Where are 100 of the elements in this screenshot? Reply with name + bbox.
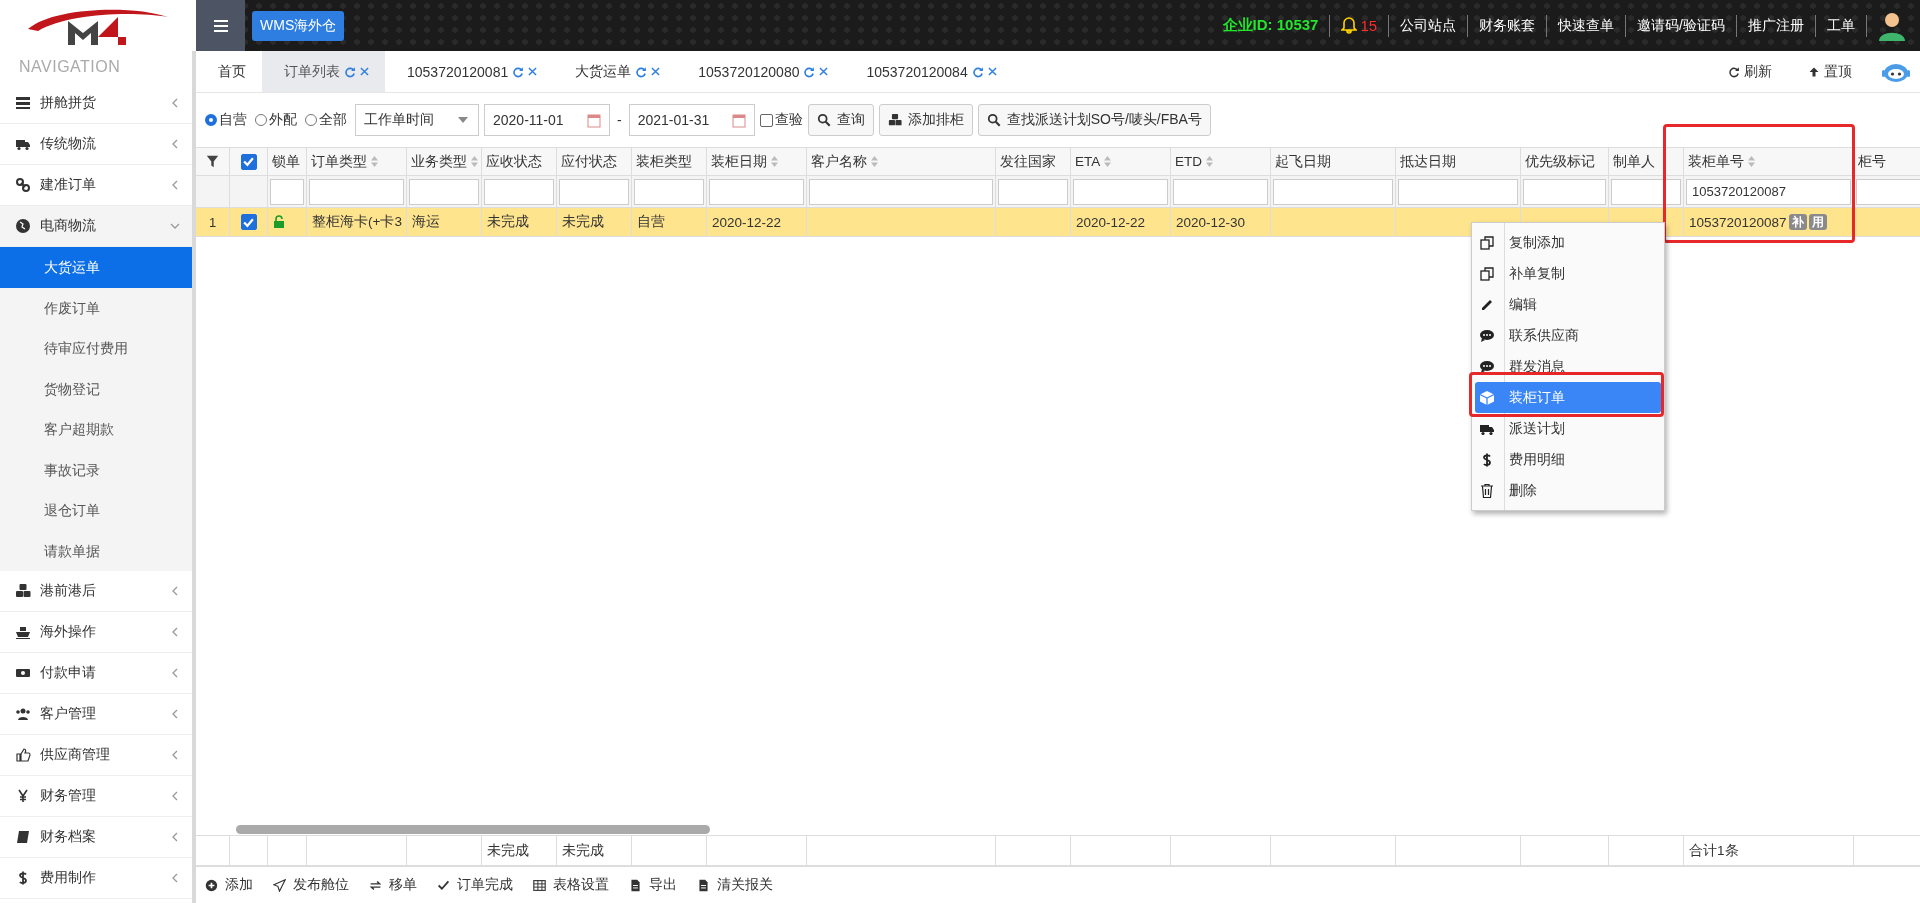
app-button[interactable]: WMS海外仓 bbox=[252, 10, 345, 41]
close-icon[interactable] bbox=[528, 67, 538, 76]
filter-field[interactable] bbox=[809, 178, 993, 205]
column-header[interactable]: 抵达日期 bbox=[1396, 148, 1521, 176]
row-checkbox[interactable] bbox=[240, 214, 257, 230]
menu-item[interactable]: 删除 bbox=[1475, 475, 1661, 506]
scrollbar-thumb[interactable] bbox=[236, 824, 710, 834]
refresh-icon[interactable] bbox=[512, 65, 525, 78]
tab[interactable]: 订单列表 bbox=[262, 51, 385, 92]
inspection-checkbox[interactable]: 查验 bbox=[759, 111, 803, 129]
filter-field[interactable] bbox=[270, 178, 304, 205]
filter-field[interactable] bbox=[309, 178, 404, 205]
sidebar-item[interactable]: 财务档案 bbox=[0, 817, 192, 858]
radio-option[interactable]: 全部 bbox=[305, 111, 347, 129]
close-icon[interactable] bbox=[360, 67, 369, 76]
bottom-toolbar-button[interactable]: 清关报关 bbox=[697, 876, 773, 894]
column-header[interactable]: 优先级标记 bbox=[1521, 148, 1609, 176]
sidebar-subitem[interactable]: 大货运单 bbox=[0, 247, 192, 288]
date-field[interactable]: 2021-01-31 bbox=[628, 104, 755, 136]
close-icon[interactable] bbox=[987, 67, 997, 76]
filter-field[interactable] bbox=[634, 178, 704, 205]
avatar-icon[interactable] bbox=[1878, 10, 1906, 41]
filter-field[interactable] bbox=[1073, 178, 1168, 205]
bell-icon[interactable] bbox=[1341, 17, 1358, 34]
sidebar-subitem[interactable]: 退仓订单 bbox=[0, 490, 192, 531]
toolbar-button[interactable]: 添加排柜 bbox=[878, 104, 973, 136]
column-header[interactable]: 制单人 bbox=[1609, 148, 1684, 176]
tab[interactable]: 大货运单 bbox=[553, 51, 677, 92]
sidebar-item[interactable]: 电商物流 bbox=[0, 206, 192, 247]
filter-field[interactable] bbox=[709, 178, 804, 205]
sidebar-subitem[interactable]: 请款单据 bbox=[0, 530, 192, 571]
tab-action-button[interactable]: 刷新 bbox=[1722, 61, 1778, 82]
sidebar-item[interactable]: 付款申请 bbox=[0, 653, 192, 694]
filter-field[interactable] bbox=[998, 178, 1068, 205]
column-header[interactable]: 装柜类型 bbox=[632, 148, 707, 176]
filter-field[interactable] bbox=[1523, 178, 1606, 205]
column-header[interactable]: 订单类型 bbox=[307, 148, 407, 176]
tab[interactable]: 1053720120081 bbox=[385, 51, 554, 92]
bottom-toolbar-button[interactable]: 移单 bbox=[369, 876, 417, 894]
refresh-icon[interactable] bbox=[971, 65, 984, 78]
toolbar-button[interactable]: 查找派送计划SO号/唛头/FBA号 bbox=[977, 104, 1211, 136]
column-header[interactable]: 柜号 bbox=[1854, 148, 1920, 176]
filter-field[interactable] bbox=[484, 178, 554, 205]
column-header[interactable]: 装柜日期 bbox=[707, 148, 807, 176]
sidebar-item[interactable]: 供应商管理 bbox=[0, 735, 192, 776]
radio-option[interactable]: 自营 bbox=[205, 111, 247, 129]
sidebar-subitem[interactable]: 客户超期款 bbox=[0, 409, 192, 450]
top-link[interactable]: 公司站点 bbox=[1400, 16, 1457, 35]
sidebar-subitem[interactable]: 事故记录 bbox=[0, 449, 192, 490]
top-link[interactable]: 推广注册 bbox=[1748, 16, 1804, 35]
refresh-icon[interactable] bbox=[344, 65, 356, 78]
filter-field[interactable] bbox=[1398, 178, 1518, 205]
tab[interactable]: 1053720120080 bbox=[676, 51, 845, 92]
filter-field[interactable] bbox=[409, 178, 479, 205]
column-header[interactable]: 发往国家 bbox=[996, 148, 1071, 176]
filter-icon[interactable] bbox=[206, 155, 219, 168]
column-header[interactable]: 应付状态 bbox=[557, 148, 632, 176]
tab-action-button[interactable]: 置顶 bbox=[1802, 61, 1858, 82]
menu-item[interactable]: 派送计划 bbox=[1475, 413, 1661, 444]
radio-option[interactable]: 外配 bbox=[255, 111, 297, 129]
refresh-icon[interactable] bbox=[803, 65, 816, 78]
sidebar-subitem[interactable]: 货物登记 bbox=[0, 368, 192, 409]
refresh-icon[interactable] bbox=[635, 65, 648, 78]
tab[interactable]: 首页 bbox=[196, 51, 262, 92]
filter-field[interactable]: 1053720120087 bbox=[1686, 178, 1851, 205]
select-all-checkbox[interactable] bbox=[240, 153, 257, 170]
menu-item[interactable]: 费用明细 bbox=[1475, 444, 1661, 475]
sidebar-subitem[interactable]: 待审应付费用 bbox=[0, 328, 192, 369]
tab[interactable]: 1053720120084 bbox=[844, 51, 1013, 92]
sidebar-item[interactable]: 客户管理 bbox=[0, 694, 192, 735]
date-field[interactable]: 2020-11-01 bbox=[484, 104, 610, 136]
menu-item[interactable]: 编辑 bbox=[1475, 289, 1661, 320]
bottom-toolbar-button[interactable]: 导出 bbox=[629, 876, 677, 894]
bottom-toolbar-button[interactable]: 表格设置 bbox=[533, 876, 609, 894]
menu-item[interactable]: 联系供应商 bbox=[1475, 320, 1661, 351]
column-header[interactable]: 客户名称 bbox=[807, 148, 996, 176]
filter-field[interactable] bbox=[559, 178, 629, 205]
bottom-toolbar-button[interactable]: 发布舱位 bbox=[273, 876, 349, 894]
sidebar-item[interactable]: 财务管理 bbox=[0, 776, 192, 817]
date-type-select[interactable]: 工作单时间 bbox=[355, 104, 479, 136]
sidebar-item[interactable]: 费用制作 bbox=[0, 858, 192, 899]
sidebar-item[interactable]: 传统物流 bbox=[0, 124, 192, 165]
column-header[interactable]: 业务类型 bbox=[407, 148, 482, 176]
menu-button[interactable] bbox=[196, 0, 245, 51]
bottom-toolbar-button[interactable]: 添加 bbox=[205, 876, 253, 894]
bottom-toolbar-button[interactable]: 订单完成 bbox=[437, 876, 513, 894]
top-link[interactable]: 快速查单 bbox=[1558, 16, 1615, 35]
menu-item[interactable]: 装柜订单 bbox=[1475, 382, 1661, 413]
sidebar-item[interactable]: 拼舱拼货 bbox=[0, 83, 192, 124]
close-icon[interactable] bbox=[651, 67, 661, 76]
top-link[interactable]: 工单 bbox=[1827, 16, 1855, 35]
filter-field[interactable] bbox=[1611, 178, 1681, 205]
column-header[interactable]: 起飞日期 bbox=[1271, 148, 1396, 176]
close-icon[interactable] bbox=[819, 67, 829, 76]
menu-item[interactable]: 补单复制 bbox=[1475, 258, 1661, 289]
top-link[interactable]: 财务账套 bbox=[1479, 16, 1536, 35]
toolbar-button[interactable]: 查询 bbox=[807, 104, 874, 136]
column-header[interactable]: ETD bbox=[1171, 148, 1271, 176]
column-header[interactable]: 应收状态 bbox=[482, 148, 557, 176]
top-link[interactable]: 邀请码/验证码 bbox=[1637, 16, 1725, 35]
